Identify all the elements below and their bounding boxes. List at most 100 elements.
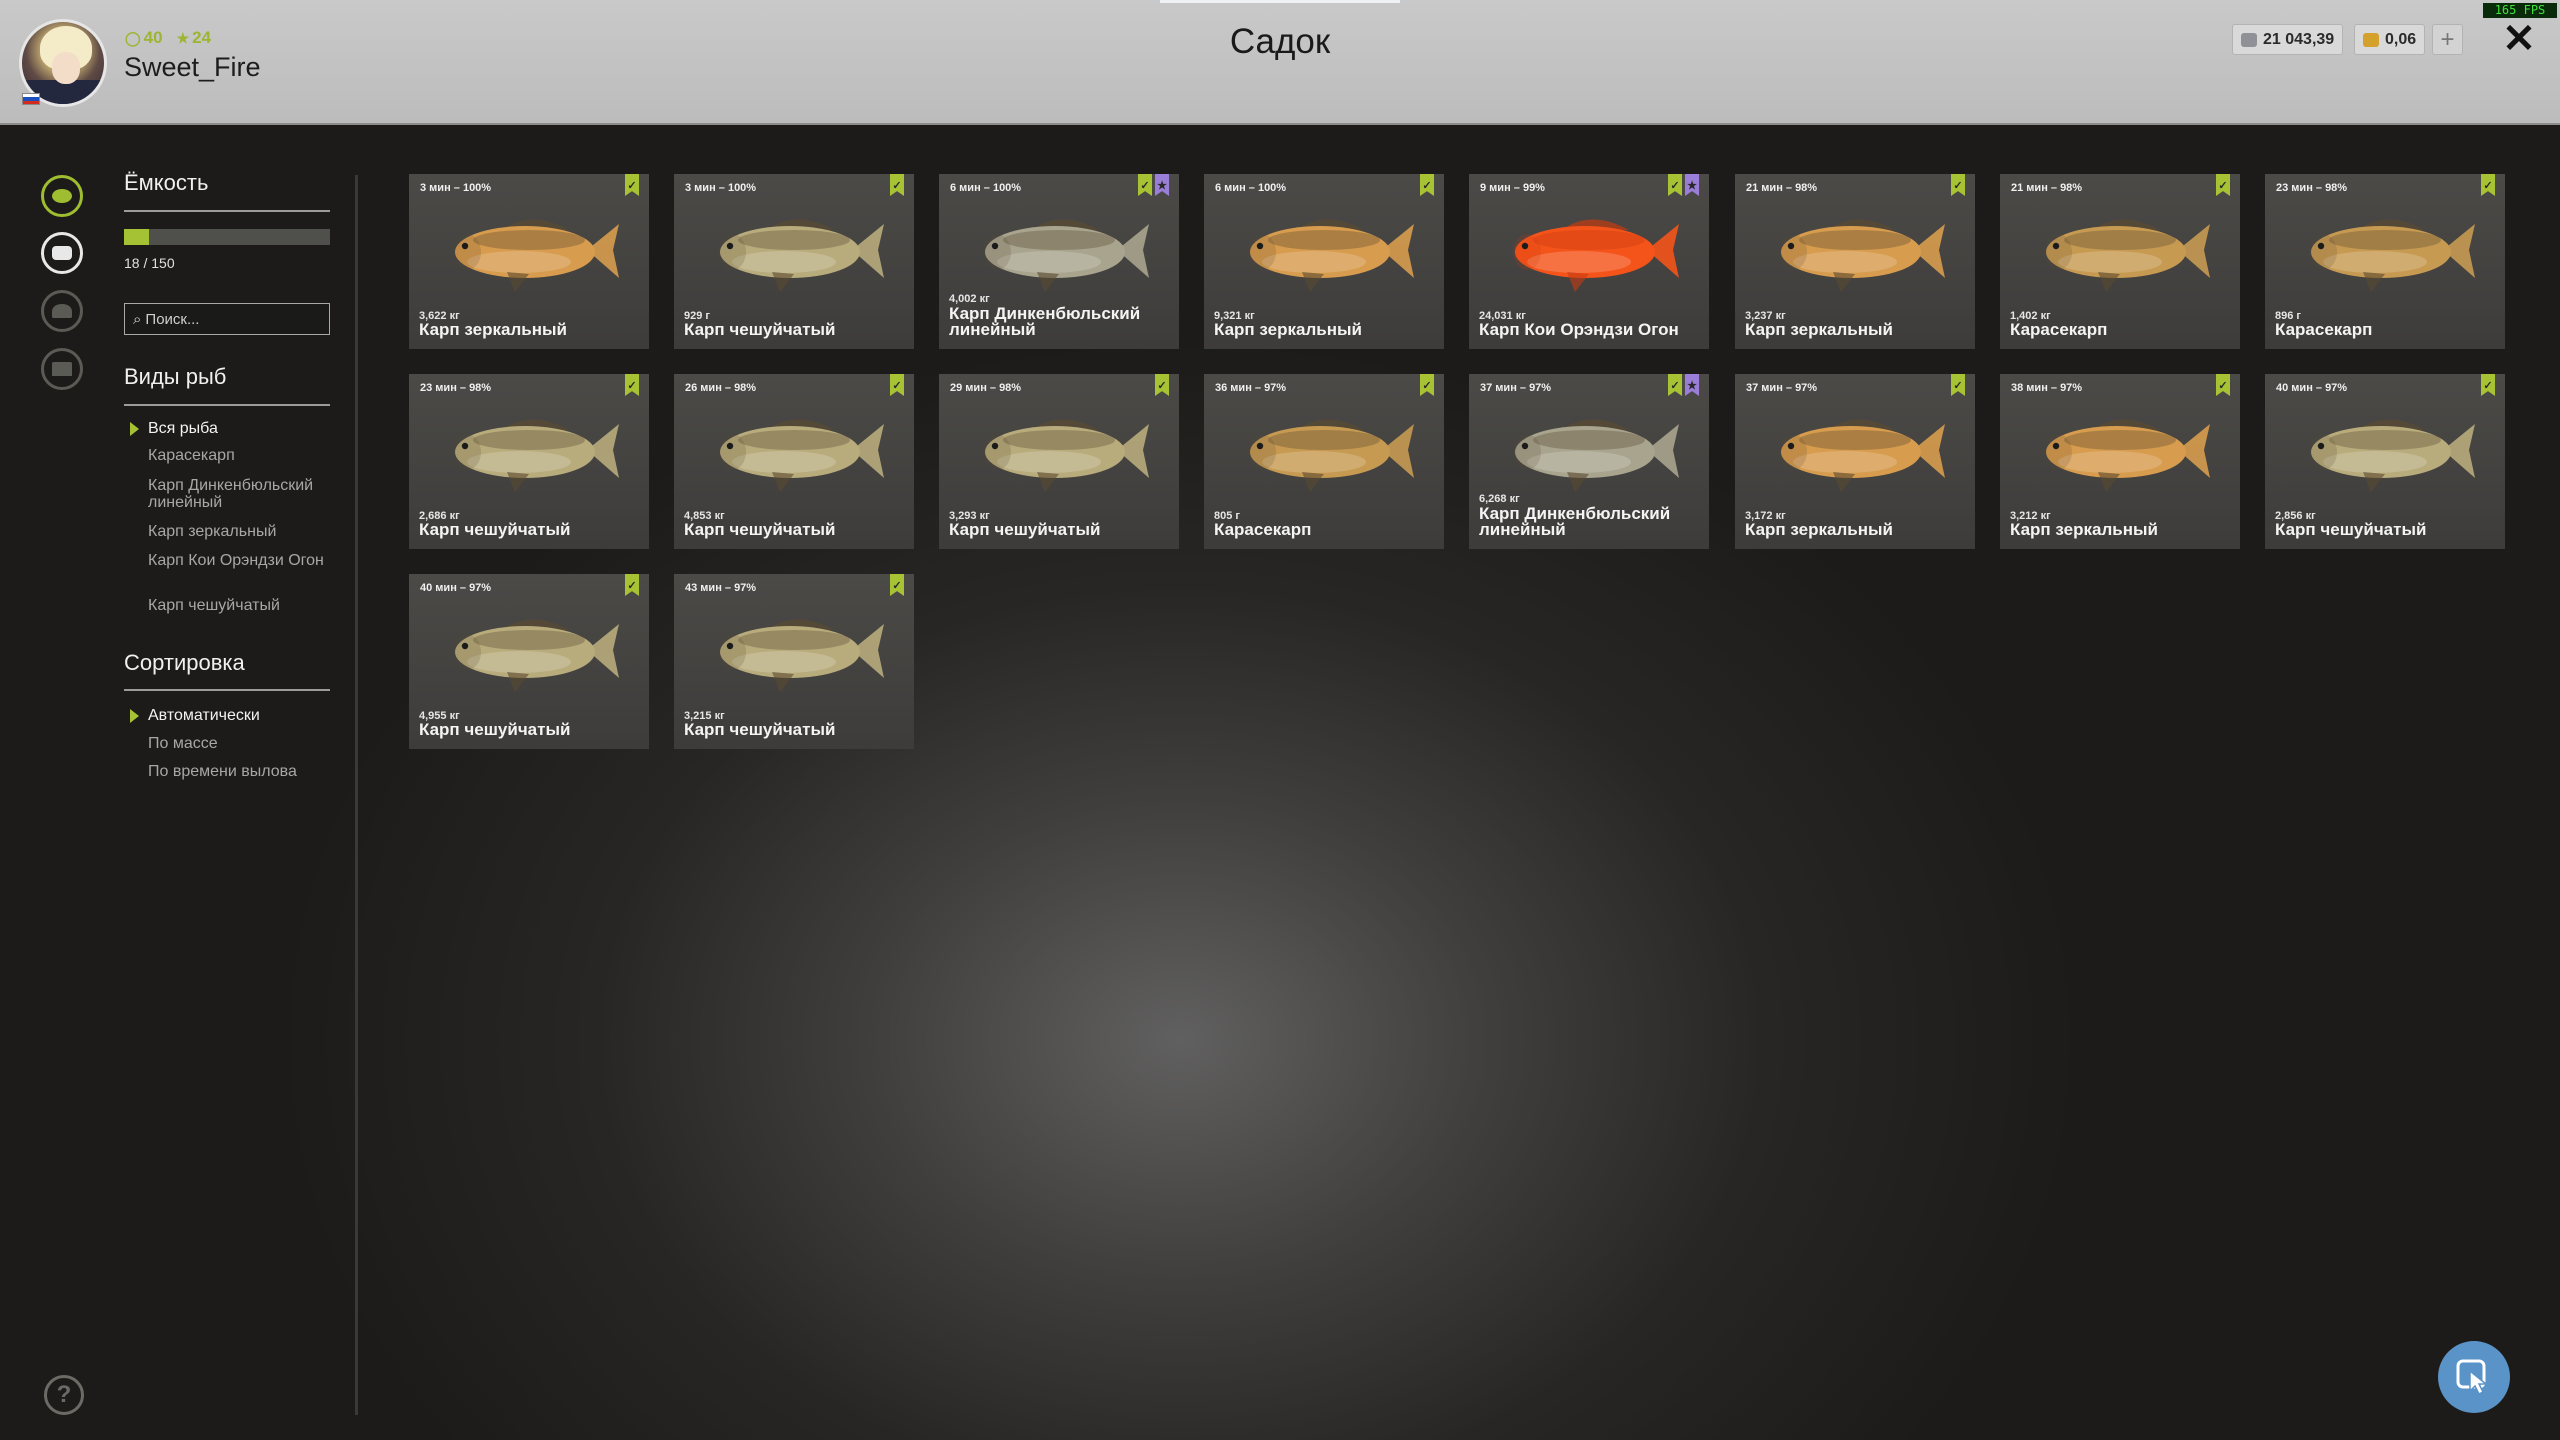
trophy-check-bookmark-icon: ✓ xyxy=(1951,174,1965,196)
fire-tab-icon[interactable] xyxy=(41,290,83,332)
fish-image xyxy=(2309,419,2475,492)
catch-time-freshness: 23 мин – 98% xyxy=(420,382,492,394)
species-filter-item[interactable]: Карп чешуйчатый xyxy=(148,597,338,614)
trophy-check-bookmark-icon: ✓ xyxy=(2481,374,2495,396)
selected-arrow-icon xyxy=(130,709,139,723)
sort-title: Сортировка xyxy=(124,650,245,675)
sort-option-item[interactable]: По массе xyxy=(148,735,338,752)
keepnet-fish-tab-icon[interactable] xyxy=(41,175,83,217)
fish-card[interactable]: 37 мин – 97% ✓ ★ 6,268 кг Карп Динкенбюльски… xyxy=(1469,374,1709,549)
fish-name: Карп Кои Орэндзи Огон xyxy=(1479,320,1679,339)
catch-time-freshness: 6 мин – 100% xyxy=(950,182,1022,194)
selected-arrow-icon xyxy=(130,422,139,436)
fish-card[interactable]: 40 мин – 97% ✓ 2,856 кг Карп чешуйчатый xyxy=(2265,374,2505,549)
fish-card[interactable]: 21 мин – 98% ✓ 1,402 кг Карасекарп xyxy=(2000,174,2240,349)
search-input[interactable] xyxy=(145,310,316,328)
silver-balance: 21 043,39 xyxy=(2232,24,2344,55)
fish-card[interactable]: 43 мин – 97% ✓ 3,215 кг Карп чешуйчатый xyxy=(674,574,914,749)
fish-badges: ✓ xyxy=(890,374,904,396)
fish-badges: ✓ xyxy=(2216,174,2230,196)
species-filter-item[interactable]: Карасекарп xyxy=(148,447,338,464)
trophy-check-bookmark-icon: ✓ xyxy=(890,374,904,396)
fish-badges: ✓ xyxy=(2216,374,2230,396)
fish-badges: ✓ xyxy=(890,574,904,596)
fish-image xyxy=(1779,219,1945,292)
unique-bookmark-icon: ★ xyxy=(1685,174,1699,196)
fish-image xyxy=(1513,419,1679,492)
species-filter-item[interactable]: Карп Кои Орэндзи Огон xyxy=(148,552,338,569)
search-icon: ⌕ xyxy=(133,310,142,328)
trophy-check-bookmark-icon: ✓ xyxy=(625,374,639,396)
fish-card[interactable]: 36 мин – 97% ✓ 805 г Карасекарп xyxy=(1204,374,1444,549)
fish-badges: ✓ xyxy=(1420,174,1434,196)
fish-badges: ✓ ★ xyxy=(1668,374,1699,396)
trophy-check-bookmark-icon: ✓ xyxy=(1155,374,1169,396)
sort-option-item[interactable]: По времени вылова xyxy=(148,763,338,780)
trophy-check-bookmark-icon: ✓ xyxy=(890,574,904,596)
fish-name: Карп зеркальный xyxy=(1214,320,1362,339)
trophy-check-bookmark-icon: ✓ xyxy=(2216,374,2230,396)
fish-name: Карп зеркальный xyxy=(419,320,567,339)
fps-counter: 165 FPS xyxy=(2483,3,2557,18)
fish-badges: ✓ xyxy=(625,174,639,196)
trophy-check-bookmark-icon: ✓ xyxy=(1668,374,1682,396)
fish-image xyxy=(453,619,619,692)
fish-name: Карп чешуйчатый xyxy=(2275,520,2427,539)
close-button[interactable]: ✕ xyxy=(2498,18,2540,60)
fish-card[interactable]: 3 мин – 100% ✓ 929 г Карп чешуйчатый xyxy=(674,174,914,349)
fish-card[interactable]: 29 мин – 98% ✓ 3,293 кг Карп чешуйчатый xyxy=(939,374,1179,549)
trophy-basket-tab-icon[interactable] xyxy=(41,232,83,274)
fish-badges: ✓ ★ xyxy=(1138,174,1169,196)
cursor-mode-button[interactable] xyxy=(2438,1341,2510,1413)
search-box[interactable]: ⌕ xyxy=(124,303,330,335)
species-filter-item[interactable]: Карп Динкенбюльский линейный xyxy=(148,477,338,511)
unique-bookmark-icon: ★ xyxy=(1685,374,1699,396)
fish-badges: ✓ xyxy=(625,374,639,396)
fish-name: Карп Динкенбюльский линейный xyxy=(1479,504,1671,539)
capacity-divider xyxy=(124,210,330,212)
fish-card[interactable]: 6 мин – 100% ✓ ★ 4,002 кг Карп Динкенбюльски… xyxy=(939,174,1179,349)
species-filter-item[interactable]: Вся рыба xyxy=(130,420,338,437)
fish-card[interactable]: 40 мин – 97% ✓ 4,955 кг Карп чешуйчатый xyxy=(409,574,649,749)
panel-divider xyxy=(355,175,358,1415)
add-currency-button[interactable]: + xyxy=(2432,24,2463,55)
catch-time-freshness: 43 мин – 97% xyxy=(685,582,757,594)
fish-name: Карп Динкенбюльский линейный xyxy=(949,304,1141,339)
trophy-check-bookmark-icon: ✓ xyxy=(1138,174,1152,196)
catch-time-freshness: 21 мин – 98% xyxy=(2011,182,2083,194)
fish-card[interactable]: 26 мин – 98% ✓ 4,853 кг Карп чешуйчатый xyxy=(674,374,914,549)
fish-name: Карп чешуйчатый xyxy=(419,520,571,539)
header-accent-line xyxy=(1160,0,1400,3)
fish-image xyxy=(1513,219,1679,292)
trophy-check-bookmark-icon: ✓ xyxy=(890,174,904,196)
fish-badges: ✓ xyxy=(890,174,904,196)
fish-image xyxy=(1248,419,1414,492)
catch-time-freshness: 36 мин – 97% xyxy=(1215,382,1287,394)
fish-image xyxy=(2044,419,2210,492)
fish-card[interactable]: 6 мин – 100% ✓ 9,321 кг Карп зеркальный xyxy=(1204,174,1444,349)
fish-card[interactable]: 38 мин – 97% ✓ 3,212 кг Карп зеркальный xyxy=(2000,374,2240,549)
fish-card[interactable]: 3 мин – 100% ✓ 3,622 кг Карп зеркальный xyxy=(409,174,649,349)
sort-option-label: По времени вылова xyxy=(148,763,297,780)
fish-card[interactable]: 23 мин – 98% ✓ 2,686 кг Карп чешуйчатый xyxy=(409,374,649,549)
capacity-text: 18 / 150 xyxy=(124,255,175,271)
home-tab-icon[interactable] xyxy=(41,348,83,390)
help-icon[interactable]: ? xyxy=(44,1375,84,1415)
fish-badges: ✓ ★ xyxy=(1668,174,1699,196)
fish-card[interactable]: 9 мин – 99% ✓ ★ 24,031 кг Карп Кои Орэндзи О… xyxy=(1469,174,1709,349)
fish-name: Карп чешуйчатый xyxy=(949,520,1101,539)
fish-image xyxy=(1248,219,1414,292)
species-divider xyxy=(124,404,330,406)
silver-amount: 21 043,39 xyxy=(2263,30,2335,48)
fish-card[interactable]: 21 мин – 98% ✓ 3,237 кг Карп зеркальный xyxy=(1735,174,1975,349)
fish-name: Карп чешуйчатый xyxy=(684,320,836,339)
fish-card[interactable]: 37 мин – 97% ✓ 3,172 кг Карп зеркальный xyxy=(1735,374,1975,549)
sort-option-label: Автоматически xyxy=(148,707,260,724)
sort-option-item[interactable]: Автоматически xyxy=(130,707,338,724)
species-filter-item[interactable]: Карп зеркальный xyxy=(148,523,338,540)
trophy-check-bookmark-icon: ✓ xyxy=(2216,174,2230,196)
fish-card[interactable]: 23 мин – 98% ✓ 896 г Карасекарп xyxy=(2265,174,2505,349)
catch-time-freshness: 9 мин – 99% xyxy=(1480,182,1545,194)
catch-time-freshness: 6 мин – 100% xyxy=(1215,182,1287,194)
trophy-check-bookmark-icon: ✓ xyxy=(1420,174,1434,196)
